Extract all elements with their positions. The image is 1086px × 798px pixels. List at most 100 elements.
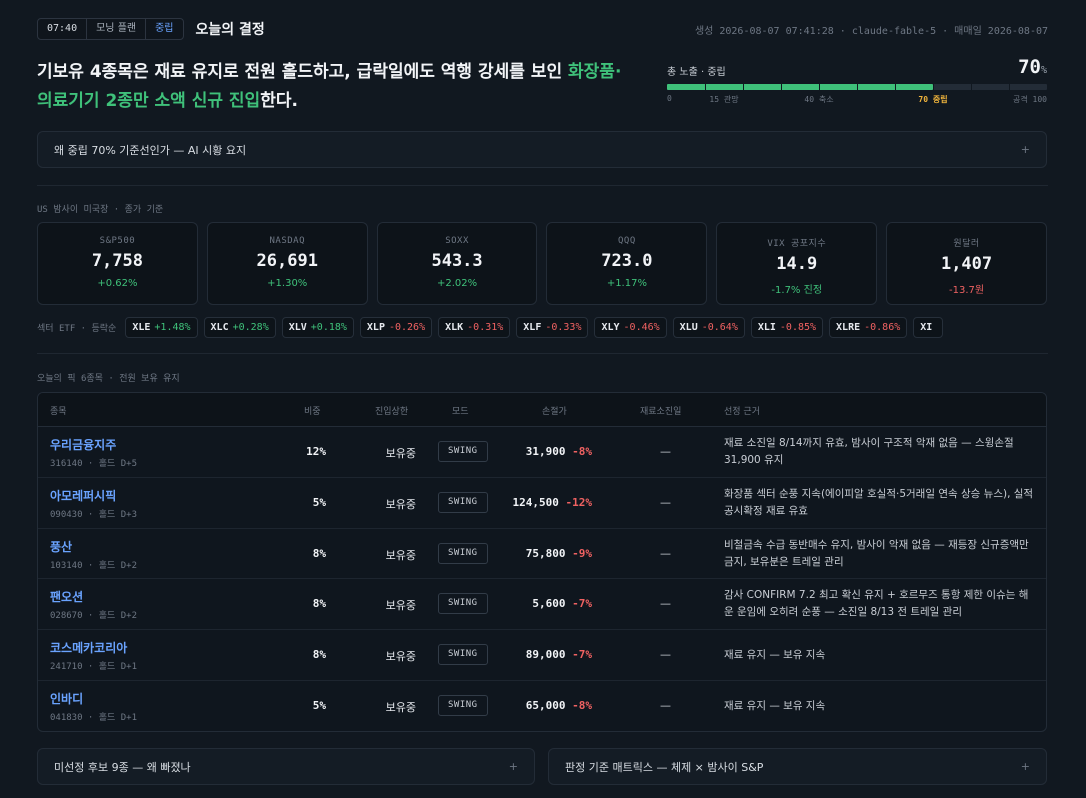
mode-badge: SWING — [438, 542, 488, 564]
index-change: +1.30% — [267, 278, 308, 289]
sector-chip[interactable]: XLRE -0.86% — [829, 316, 908, 338]
entry-cap: 보유중 — [385, 599, 416, 613]
stock-name-link[interactable]: 코스메카코리아 — [50, 639, 127, 656]
col-entry-cap: 진입상한 — [375, 407, 409, 417]
exposure-value: 70% — [1018, 56, 1047, 78]
index-card: 원달러 1,407 -13.7원 — [886, 222, 1047, 305]
stock-weight: 8% — [312, 648, 326, 662]
gauge-tick — [705, 84, 706, 90]
gauge-tick — [781, 84, 782, 90]
stock-name-link[interactable]: 팬오션 — [50, 588, 83, 605]
why-neutral-label: 왜 중립 70% 기준선인가 — AI 시황 요지 — [54, 143, 247, 157]
index-change: +1.17% — [606, 278, 647, 289]
col-weight: 비중 — [304, 407, 321, 417]
expand-icon: + — [508, 760, 518, 773]
sector-change: -0.33% — [545, 321, 582, 333]
stock-name-link[interactable]: 인바디 — [50, 690, 83, 707]
mode-badge: SWING — [438, 644, 488, 666]
index-name: NASDAQ — [269, 236, 305, 246]
index-value: 7,758 — [91, 251, 143, 271]
stop-value: 65,000 — [525, 698, 566, 712]
exposure-label: 총 노출 · 중립 — [667, 67, 726, 78]
stop-price: 124,500 -12% — [513, 496, 592, 509]
expiry-date: — — [660, 445, 671, 458]
stop-value: 31,900 — [525, 445, 566, 458]
expiry-date: — — [660, 546, 671, 560]
index-change: -1.7% 진정 — [771, 285, 823, 296]
expand-icon: + — [1020, 760, 1030, 773]
unselected-label: 미선정 후보 9종 — 왜 빠졌나 — [54, 760, 191, 774]
sector-chip[interactable]: XLF -0.33% — [516, 316, 589, 338]
col-name: 종목 — [50, 407, 67, 417]
index-name: QQQ — [618, 236, 636, 246]
exposure-scale: 0 15 관망 40 축소 70 중립 공격 100 — [667, 94, 1047, 106]
mode-badge: SWING — [438, 441, 488, 462]
stop-percent: -7% — [572, 597, 592, 611]
sector-ticker: XLC — [210, 321, 229, 333]
picks-section-label: 오늘의 픽 6종목 · 전원 보유 유지 — [37, 374, 180, 384]
why-neutral-toggle[interactable]: 왜 중립 70% 기준선인가 — AI 시황 요지 + — [37, 131, 1047, 168]
table-row: 팬오션 028670 · 홀드 D+2 8% 보유중 SWING 5,600 -7% — 감사… — [38, 579, 1046, 631]
gauge-tick — [743, 84, 744, 90]
exposure-fill — [667, 84, 933, 90]
index-card: SOXX 543.3 +2.02% — [376, 222, 538, 305]
entry-cap: 보유중 — [385, 497, 416, 511]
sector-ticker: XLU — [679, 321, 698, 333]
stop-percent: -12% — [565, 495, 593, 509]
index-value: 14.9 — [776, 254, 818, 274]
sector-chip[interactable]: XLY -0.46% — [594, 316, 667, 338]
stop-percent: -9% — [572, 546, 592, 560]
sector-ticker: XLK — [445, 321, 464, 333]
mode-badge: SWING — [438, 694, 488, 716]
sector-chip[interactable]: XLE +1.48% — [125, 316, 198, 338]
stop-price: 75,800 -9% — [526, 547, 592, 560]
sector-chip[interactable]: XLC +0.28% — [203, 316, 276, 338]
index-name: 원달러 — [953, 239, 980, 249]
stock-name-link[interactable]: 우리금융지주 — [50, 436, 116, 453]
sector-ticker: XLY — [601, 321, 620, 333]
stop-value: 75,800 — [525, 546, 566, 560]
sector-ticker: XLE — [132, 321, 151, 333]
gauge-tick — [857, 84, 858, 90]
table-row: 아모레퍼시픽 090430 · 홀드 D+3 5% 보유중 SWING 124,500 -… — [38, 478, 1046, 529]
stock-name-link[interactable]: 아모레퍼시픽 — [50, 487, 116, 504]
criteria-label: 판정 기준 매트릭스 — 체제 × 밤사이 S&P — [565, 760, 764, 774]
stock-weight: 5% — [312, 698, 326, 712]
entry-cap: 보유중 — [385, 548, 416, 562]
stop-price: 5,600 -7% — [532, 597, 592, 610]
sector-change: -0.46% — [623, 321, 660, 333]
table-header: 종목 비중 진입상한 모드 손절가 재료소진일 선정 근거 — [38, 393, 1046, 427]
generation-meta: 생성 2026-08-07 07:41:28 · claude-fable-5 … — [694, 25, 1048, 37]
stock-weight: 8% — [312, 546, 326, 560]
sector-chip[interactable]: XLK -0.31% — [438, 316, 511, 338]
index-card: VIX 공포지수 14.9 -1.7% 진정 — [716, 222, 878, 305]
sector-chip[interactable]: XLI -0.85% — [750, 316, 824, 338]
expiry-date: — — [660, 648, 671, 662]
sector-chip[interactable]: XI — [913, 316, 944, 338]
mode-badge: SWING — [438, 491, 488, 513]
col-expiry: 재료소진일 — [640, 407, 682, 417]
selection-reason: 재료 유지 — 보유 지속 — [724, 699, 826, 712]
index-change: -13.7원 — [949, 285, 985, 296]
sector-ticker: XLF — [523, 321, 542, 333]
headline-text: 기보유 4종목은 재료 유지로 전원 홀드하고, 급락일에도 역행 강세를 보인 — [37, 62, 569, 82]
headline-end: 한다. — [260, 91, 298, 111]
sector-change: -0.26% — [388, 321, 426, 333]
sector-etf-row: 섹터 ETF · 등락순 XLE +1.48% XLC +0.28% XLV +0.18%… — [37, 316, 1048, 338]
sector-chip[interactable]: XLP -0.26% — [359, 316, 433, 338]
unselected-candidates-toggle[interactable]: 미선정 후보 9종 — 왜 빠졌나 + — [37, 748, 535, 785]
selection-reason: 재료 소진일 8/14까지 유효, 밤사이 구조적 악재 없음 — 스윙손절 3… — [724, 437, 1014, 466]
index-name: S&P500 — [99, 236, 136, 246]
exposure-gauge: 총 노출 · 중립 70% 0 15 관망 40 축소 70 중립 공격 100 — [667, 54, 1047, 106]
sector-chip[interactable]: XLV +0.18% — [281, 316, 354, 338]
sector-ticker: XI — [920, 321, 933, 333]
sector-ticker: XLP — [366, 321, 385, 333]
col-mode: 모드 — [452, 407, 469, 417]
gauge-tick — [933, 84, 934, 90]
stock-name-link[interactable]: 풍산 — [50, 538, 72, 555]
criteria-matrix-toggle[interactable]: 판정 기준 매트릭스 — 체제 × 밤사이 S&P + — [548, 748, 1047, 785]
table-row: 우리금융지주 316140 · 홀드 D+5 12% 보유중 SWING 31,900 -… — [38, 427, 1046, 478]
stock-weight: 8% — [312, 597, 326, 611]
sector-chip[interactable]: XLU -0.64% — [672, 316, 745, 338]
stock-weight: 12% — [306, 445, 326, 458]
